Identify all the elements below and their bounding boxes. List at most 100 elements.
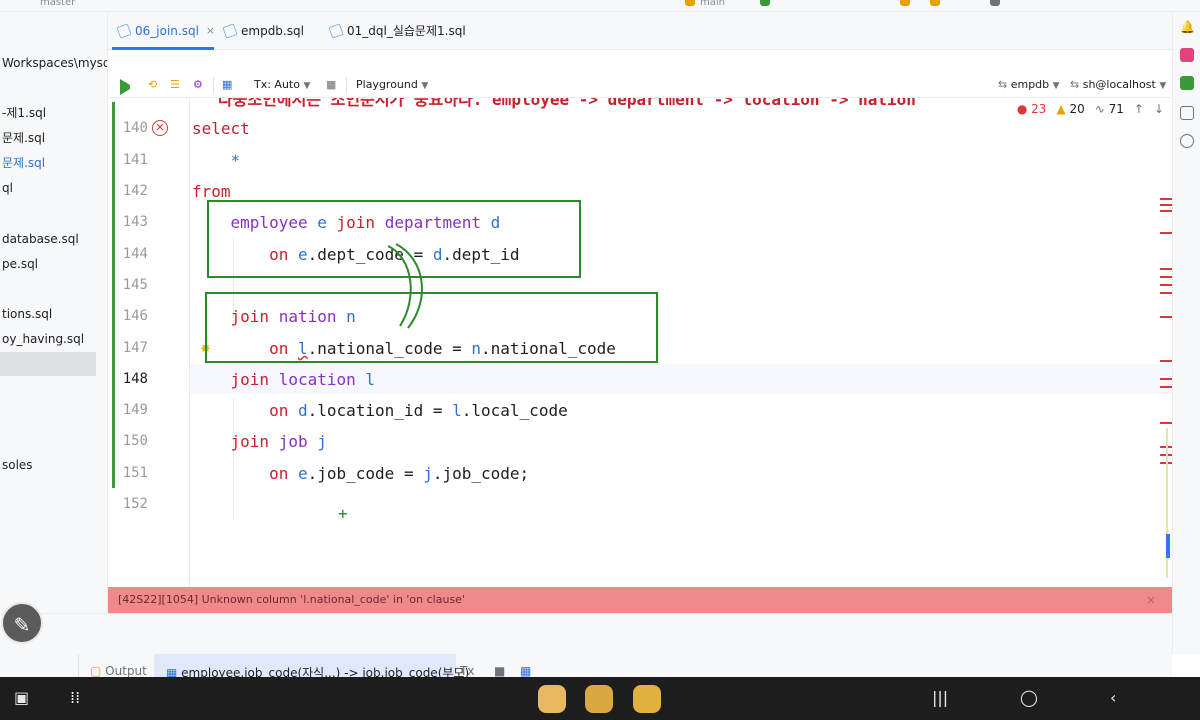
line-number: 142 bbox=[122, 183, 148, 199]
run-icon[interactable] bbox=[760, 0, 770, 6]
error-stripe[interactable] bbox=[1160, 232, 1172, 234]
project-item[interactable]: -제1.sql bbox=[0, 102, 107, 124]
back-icon[interactable]: ‹ bbox=[1110, 688, 1116, 707]
recent-apps-icon[interactable]: ||| bbox=[932, 688, 948, 707]
line-number: 147 bbox=[122, 340, 148, 356]
project-item[interactable]: oy_having.sql bbox=[0, 328, 107, 350]
plugin-icon[interactable] bbox=[1180, 48, 1194, 62]
code-editor[interactable]: 다중조인에서는 조인순서가 중요하다. employee -> departme… bbox=[108, 98, 1172, 586]
error-count[interactable]: ● 23 bbox=[1017, 102, 1047, 116]
close-icon[interactable]: × bbox=[206, 18, 215, 44]
error-stripe[interactable] bbox=[1160, 292, 1172, 294]
tab-06-join[interactable]: 06_join.sql × bbox=[116, 18, 215, 44]
playground-label: Playground bbox=[356, 78, 418, 91]
datasource-dropdown[interactable]: ⇆ sh@localhost ▼ bbox=[1070, 77, 1166, 93]
project-item[interactable]: database.sql bbox=[0, 228, 107, 250]
line-number: 144 bbox=[122, 246, 148, 262]
browser-app-icon[interactable] bbox=[585, 685, 613, 713]
tab-tx[interactable]: Tx bbox=[460, 664, 474, 678]
playground-dropdown[interactable]: Playground ▼ bbox=[356, 77, 428, 93]
tab-01-dql[interactable]: 01_dql_실습문제1.sql bbox=[328, 18, 466, 44]
code-line-141: * bbox=[192, 151, 241, 170]
project-item[interactable]: tions.sql bbox=[0, 303, 107, 325]
error-stripe[interactable] bbox=[1160, 386, 1172, 388]
database-icon[interactable] bbox=[1180, 76, 1194, 90]
history-icon[interactable]: ⟲ bbox=[148, 77, 157, 93]
line-number: 145 bbox=[122, 277, 148, 293]
build-icon[interactable] bbox=[900, 0, 910, 6]
error-stripe[interactable] bbox=[1160, 422, 1172, 424]
schema-dropdown[interactable]: ⇆ empdb ▼ bbox=[998, 77, 1060, 93]
alias: j bbox=[423, 464, 433, 483]
screen-icon[interactable]: ▣ bbox=[14, 688, 29, 707]
line-number: 143 bbox=[122, 214, 148, 230]
tab-empdb[interactable]: empdb.sql bbox=[222, 18, 304, 44]
code-line-149: on d.location_id = l.local_code bbox=[192, 401, 568, 420]
close-icon[interactable]: × bbox=[1146, 587, 1156, 613]
prev-problem-icon[interactable]: ↑ bbox=[1134, 102, 1144, 116]
warning-count[interactable]: ▲ 20 bbox=[1056, 102, 1084, 116]
scrollbar-thumb[interactable] bbox=[1166, 534, 1170, 558]
tab-label: 06_join.sql bbox=[135, 24, 199, 38]
next-problem-icon[interactable]: ↓ bbox=[1154, 102, 1164, 116]
branch-label-left[interactable]: master bbox=[40, 0, 75, 8]
error-stripe[interactable] bbox=[1160, 268, 1172, 270]
error-icon[interactable]: ✕ bbox=[152, 120, 168, 136]
vcs-icon[interactable] bbox=[685, 0, 695, 6]
edit-pen-button[interactable]: ✎ bbox=[1, 602, 43, 644]
calendar-app-icon[interactable] bbox=[633, 685, 661, 713]
stop-icon[interactable]: ■ bbox=[494, 664, 505, 678]
editor-tabs: 06_join.sql × empdb.sql 01_dql_실습문제1.sql bbox=[108, 12, 1172, 50]
line-number: 150 bbox=[122, 433, 148, 449]
alias: e bbox=[297, 464, 308, 483]
settings-lines-icon[interactable]: ☰ bbox=[170, 77, 180, 93]
schema-icon: ⇆ bbox=[998, 78, 1008, 91]
tx-mode-dropdown[interactable]: Tx: Auto ▼ bbox=[254, 77, 310, 93]
gear-icon[interactable]: ⚙ bbox=[193, 77, 203, 93]
project-item[interactable]: 문제.sql bbox=[0, 152, 107, 174]
error-stripe[interactable] bbox=[1160, 284, 1172, 286]
error-stripe[interactable] bbox=[1160, 360, 1172, 362]
alias: d bbox=[297, 401, 308, 420]
top-strip: master main bbox=[0, 0, 1200, 12]
column: .job_code bbox=[307, 464, 395, 483]
keyword: join bbox=[230, 370, 270, 389]
inspection-widget[interactable]: ● 23 ▲ 20 ∿ 71 ↑ ↓ bbox=[1017, 102, 1164, 116]
project-item[interactable]: 문제.sql bbox=[0, 127, 107, 149]
home-icon[interactable]: ◯ bbox=[1020, 688, 1038, 707]
grid-icon[interactable]: ▦ bbox=[520, 664, 531, 678]
error-stripe[interactable] bbox=[1160, 316, 1172, 318]
tab-label: empdb.sql bbox=[241, 24, 304, 38]
tab-output[interactable]: ▢ Output bbox=[90, 664, 147, 678]
error-stripe[interactable] bbox=[1160, 204, 1172, 206]
notion-app-icon[interactable] bbox=[538, 685, 566, 713]
project-item[interactable]: Workspaces\mysql bbox=[0, 52, 107, 74]
error-stripe[interactable] bbox=[1160, 276, 1172, 278]
keyword: on bbox=[269, 401, 289, 420]
tools-icon[interactable] bbox=[930, 0, 940, 6]
error-message: [42S22][1054] Unknown column 'l.national… bbox=[118, 593, 465, 606]
project-item[interactable]: soles bbox=[0, 454, 107, 476]
ai-assistant-icon[interactable] bbox=[1180, 106, 1194, 120]
project-panel: Workspaces\mysql -제1.sql 문제.sql 문제.sql q… bbox=[0, 12, 108, 654]
table-icon[interactable]: ▦ bbox=[222, 77, 232, 93]
stop-icon[interactable] bbox=[990, 0, 1000, 6]
error-stripe[interactable] bbox=[1160, 378, 1172, 380]
copilot-icon[interactable] bbox=[1180, 134, 1194, 148]
weak-warning-count[interactable]: ∿ 71 bbox=[1095, 102, 1124, 116]
stop-icon[interactable]: ■ bbox=[326, 77, 336, 93]
code-line-142: from bbox=[192, 182, 231, 201]
toolbar-divider bbox=[346, 77, 347, 93]
error-stripe[interactable] bbox=[1160, 210, 1172, 212]
project-item[interactable]: ql bbox=[0, 177, 107, 199]
branch-label-right[interactable]: main bbox=[700, 0, 725, 8]
project-item[interactable]: pe.sql bbox=[0, 253, 107, 275]
cursor-plus-mark: + bbox=[338, 504, 348, 523]
execute-icon[interactable] bbox=[120, 79, 130, 95]
error-stripe[interactable] bbox=[1160, 198, 1172, 200]
notifications-icon[interactable]: 🔔 bbox=[1180, 20, 1195, 34]
chevron-down-icon: ▼ bbox=[1052, 81, 1060, 91]
line-number: 152 bbox=[122, 496, 148, 512]
apps-grid-icon[interactable]: ⁞⁞ bbox=[70, 688, 80, 707]
sql-file-icon bbox=[116, 23, 132, 39]
